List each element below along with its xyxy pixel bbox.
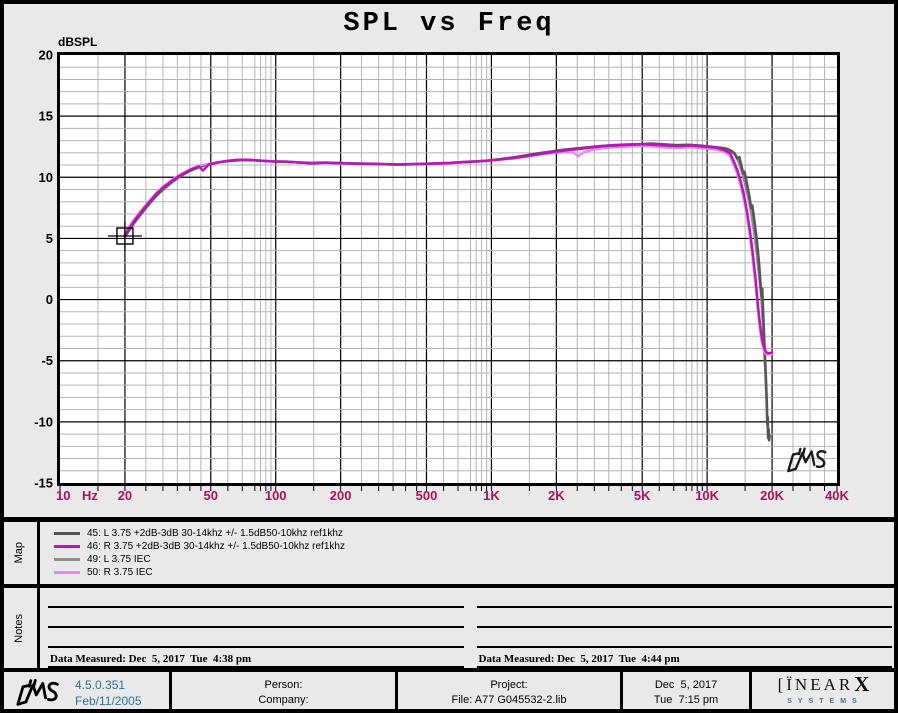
y-tick-label: -10 <box>34 414 53 429</box>
legend-swatch <box>54 532 80 535</box>
software-version: 4.5.0.351 <box>75 677 142 693</box>
notes-panel-label: Notes <box>0 588 40 668</box>
x-tick-label: 500 <box>416 488 438 503</box>
note-line[interactable]: Data Measured: Dec 5, 2017 Tue 4:38 pm <box>48 648 464 668</box>
y-tick-label: -5 <box>41 353 53 368</box>
footer-cell-software: 4.5.0.351 Feb/11/2005 <box>0 672 172 713</box>
legend-swatch <box>54 558 80 561</box>
map-panel-label: Map <box>0 522 40 584</box>
notes-content: Data Measured: Dec 5, 2017 Tue 4:38 pm D… <box>40 588 898 668</box>
y-tick-label: 15 <box>39 109 53 124</box>
footer-date: Dec 5, 2017 <box>655 678 717 693</box>
linearx-brand-sub: SYSTEMS <box>787 694 862 709</box>
note-line[interactable] <box>48 608 464 628</box>
x-tick-label: 5K <box>634 488 651 503</box>
legend-item-45[interactable]: 45: L 3.75 +2dB-3dB 30-14khz +/- 1.5dB50… <box>50 527 345 540</box>
lms-script-logo <box>16 678 58 703</box>
x-tick-label: 20K <box>760 488 784 503</box>
notes-panel: Notes Data Measured: Dec 5, 2017 Tue 4:3… <box>0 588 898 672</box>
legend-item-46[interactable]: 46: R 3.75 +2dB-3dB 30-14khz +/- 1.5dB50… <box>50 540 345 553</box>
y-tick-label: -15 <box>34 476 53 491</box>
x-tick-label: 200 <box>330 488 352 503</box>
note-line[interactable]: Data Measured: Dec 5, 2017 Tue 4:44 pm <box>477 648 893 668</box>
notes-column-right: Data Measured: Dec 5, 2017 Tue 4:44 pm <box>477 588 893 668</box>
software-version-date: Feb/11/2005 <box>75 693 142 709</box>
y-tick-label: 0 <box>46 292 53 307</box>
person-label: Person: <box>265 678 303 693</box>
x-axis-unit-label: Hz <box>82 488 98 503</box>
note-line[interactable] <box>477 588 893 608</box>
y-tick-label: 20 <box>39 48 53 63</box>
x-tick-label: 1K <box>483 488 500 503</box>
notes-column-left: Data Measured: Dec 5, 2017 Tue 4:38 pm <box>48 588 464 668</box>
x-tick-label: 50 <box>204 488 218 503</box>
footer-cell-project[interactable]: Project: File: A77 G045532-2.lib <box>398 672 623 713</box>
project-file: File: A77 G045532-2.lib <box>452 693 567 708</box>
legend-item-50[interactable]: 50: R 3.75 IEC <box>50 566 345 579</box>
legend-swatch <box>54 571 80 574</box>
lms-graph-window: SPL vs Freq dBSPL 1020501002005001K2K5K1… <box>0 0 898 713</box>
spl-frequency-plot[interactable]: 1020501002005001K2K5K10K20K40KHz20151050… <box>0 0 898 517</box>
x-tick-label: 20 <box>118 488 132 503</box>
curve-legend: 45: L 3.75 +2dB-3dB 30-14khz +/- 1.5dB50… <box>40 522 345 584</box>
plot-area[interactable] <box>60 55 837 483</box>
note-line[interactable] <box>48 628 464 648</box>
note-line[interactable] <box>477 628 893 648</box>
legend-label: 49: L 3.75 IEC <box>87 554 151 565</box>
y-tick-label: 5 <box>46 231 53 246</box>
data-measured-right: Data Measured: Dec 5, 2017 Tue 4:44 pm <box>479 653 680 665</box>
x-tick-label: 100 <box>265 488 287 503</box>
map-panel: Map 45: L 3.75 +2dB-3dB 30-14khz +/- 1.5… <box>0 517 898 588</box>
linearx-logo: [ÏNEARX SYSTEMS <box>752 672 898 713</box>
x-tick-label: 2K <box>548 488 565 503</box>
x-tick-label: 10 <box>56 488 70 503</box>
lms-logo <box>8 677 66 709</box>
project-label: Project: <box>490 678 527 693</box>
note-line[interactable] <box>477 608 893 628</box>
software-version-block: 4.5.0.351 Feb/11/2005 <box>75 677 142 709</box>
footer-time: Tue 7:15 pm <box>654 693 718 708</box>
data-measured-left: Data Measured: Dec 5, 2017 Tue 4:38 pm <box>50 653 251 665</box>
legend-item-49[interactable]: 49: L 3.75 IEC <box>50 553 345 566</box>
x-tick-label: 40K <box>825 488 849 503</box>
linearx-brand-name: [ÏNEAR <box>778 676 854 693</box>
x-tick-label: 10K <box>695 488 719 503</box>
y-tick-label: 10 <box>39 170 53 185</box>
footer-cell-datetime: Dec 5, 2017 Tue 7:15 pm <box>623 672 752 713</box>
linearx-brand-x: X <box>854 676 872 693</box>
legend-label: 46: R 3.75 +2dB-3dB 30-14khz +/- 1.5dB50… <box>87 541 345 552</box>
company-label: Company: <box>258 693 308 708</box>
note-line[interactable] <box>48 588 464 608</box>
legend-label: 50: R 3.75 IEC <box>87 567 153 578</box>
legend-swatch <box>54 545 80 548</box>
footer-cell-person[interactable]: Person: Company: <box>172 672 398 713</box>
legend-label: 45: L 3.75 +2dB-3dB 30-14khz +/- 1.5dB50… <box>87 528 343 539</box>
footer-bar: 4.5.0.351 Feb/11/2005 Person: Company: P… <box>0 672 898 713</box>
